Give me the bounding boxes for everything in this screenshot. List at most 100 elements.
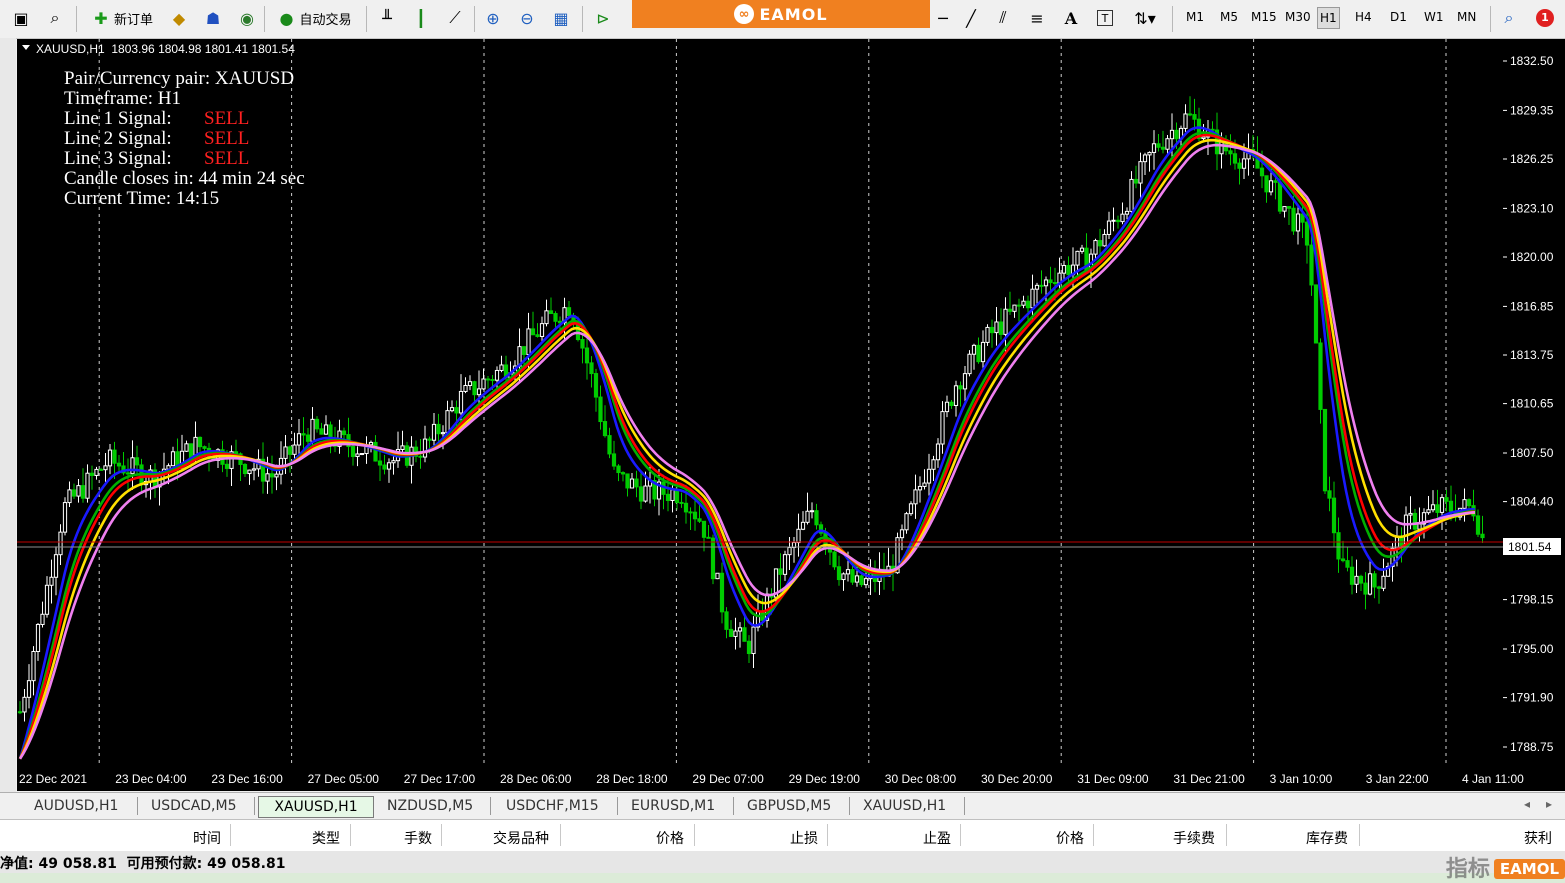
new-order-button[interactable]: ✚ 新订单 bbox=[84, 5, 160, 31]
timeframe-m5[interactable]: M5 bbox=[1220, 10, 1238, 24]
candle-body bbox=[854, 575, 860, 583]
market-button[interactable]: ◉ bbox=[234, 5, 260, 31]
candlestick-button[interactable]: ┃ bbox=[408, 5, 434, 31]
candle-body bbox=[841, 573, 846, 581]
timeframe-m30[interactable]: M30 bbox=[1285, 10, 1311, 24]
tab-usdchf-m15[interactable]: USDCHF,M15 bbox=[502, 796, 603, 816]
tabs-scroll-left-icon[interactable]: ◂ bbox=[1524, 797, 1530, 811]
column-time[interactable]: 时间 bbox=[193, 828, 221, 848]
price-chart[interactable]: 1832.50 1829.35 1826.25 1823.10 1820.00 1816.… bbox=[0, 38, 1565, 792]
tab-gbpusd-m5[interactable]: GBPUSD,M5 bbox=[743, 796, 835, 816]
candle-body bbox=[17, 711, 23, 714]
column-swap[interactable]: 库存费 bbox=[1306, 828, 1348, 848]
candle-body bbox=[634, 478, 639, 488]
candle-body bbox=[832, 551, 837, 568]
candle-body bbox=[355, 453, 360, 457]
timeframe-m1[interactable]: M1 bbox=[1186, 10, 1204, 24]
column-commission[interactable]: 手续费 bbox=[1173, 828, 1215, 848]
tab-eurusd-m1[interactable]: EURUSD,M1 bbox=[627, 796, 719, 816]
tab-audusd-h1[interactable]: AUDUSD,H1 bbox=[30, 796, 122, 816]
price-tick-label: 1798.15 bbox=[1510, 593, 1554, 607]
candle-body bbox=[602, 421, 608, 437]
text-tool-button[interactable]: A bbox=[1058, 5, 1084, 31]
candle-body bbox=[440, 432, 446, 435]
auto-trading-button[interactable]: ● 自动交易 bbox=[268, 5, 360, 31]
candle-body bbox=[1174, 129, 1179, 140]
arrows-button[interactable]: ⇅▾ bbox=[1126, 5, 1164, 31]
candle-body bbox=[1295, 213, 1301, 232]
auto-scroll-button[interactable]: ⊳ bbox=[590, 5, 616, 31]
candle-body bbox=[449, 407, 455, 412]
column-current-price[interactable]: 价格 bbox=[1056, 828, 1084, 848]
candle-body bbox=[305, 434, 311, 442]
price-tick-label: 1820.00 bbox=[1510, 250, 1554, 264]
candle-body bbox=[386, 462, 392, 470]
candle-body bbox=[922, 482, 927, 487]
channel-button[interactable]: ⫽ bbox=[990, 5, 1016, 31]
column-stop-loss[interactable]: 止损 bbox=[790, 828, 818, 848]
tab-xauusd-h1[interactable]: XAUUSD,H1 bbox=[859, 796, 950, 816]
fibonacci-button[interactable]: ≡ bbox=[1024, 5, 1050, 31]
trendline-button[interactable]: ╱ bbox=[958, 5, 984, 31]
column-lots[interactable]: 手数 bbox=[404, 828, 432, 848]
auto-trading-label: 自动交易 bbox=[299, 12, 352, 28]
candle-body bbox=[1093, 240, 1098, 255]
candle-body bbox=[44, 584, 50, 615]
candle-body bbox=[944, 401, 950, 413]
candle-body bbox=[692, 511, 698, 520]
auto-trade-icon: ● bbox=[279, 8, 294, 28]
time-tick-label: 23 Dec 16:00 bbox=[211, 772, 283, 786]
tile-windows-button[interactable]: ▦ bbox=[548, 5, 574, 31]
candle-body bbox=[224, 463, 230, 469]
arrows-icon: ⇅▾ bbox=[1134, 8, 1156, 28]
text-label-button[interactable]: T bbox=[1092, 5, 1118, 31]
candle-body bbox=[1007, 308, 1013, 312]
candle-body bbox=[197, 436, 203, 448]
candle-body bbox=[62, 502, 68, 533]
candle-body bbox=[391, 460, 396, 464]
line-chart-button[interactable]: ⟋ bbox=[442, 5, 468, 31]
candle-body bbox=[1327, 490, 1332, 499]
column-type[interactable]: 类型 bbox=[312, 828, 340, 848]
tab-xauusd-h1-active[interactable]: XAUUSD,H1 bbox=[258, 796, 374, 818]
time-tick-label: 4 Jan 11:00 bbox=[1462, 772, 1524, 786]
candle-body bbox=[719, 572, 725, 613]
zoom-out-button[interactable]: ⊖ bbox=[514, 5, 540, 31]
zoom-in-button[interactable]: ⊕ bbox=[480, 5, 506, 31]
candle-body bbox=[1466, 499, 1472, 507]
horizontal-line-button[interactable]: ─ bbox=[930, 5, 956, 31]
candle-body bbox=[67, 489, 72, 504]
candle-body bbox=[76, 485, 81, 497]
timeframe-m15[interactable]: M15 bbox=[1251, 10, 1277, 24]
tab-usdcad-m5[interactable]: USDCAD,M5 bbox=[147, 796, 240, 816]
timeframe-d1[interactable]: D1 bbox=[1390, 10, 1407, 24]
notifications-button[interactable]: 1 bbox=[1530, 5, 1560, 31]
timeframe-h1[interactable]: H1 bbox=[1317, 7, 1340, 29]
search-button[interactable]: ⌕ bbox=[1496, 5, 1522, 31]
profiles-button[interactable]: ⌕ bbox=[42, 5, 68, 31]
navigator-button[interactable]: ☗ bbox=[200, 5, 226, 31]
candle-body bbox=[1417, 523, 1422, 530]
metaeditor-button[interactable]: ◆ bbox=[166, 5, 192, 31]
bar-chart-button[interactable]: ╨ bbox=[374, 5, 400, 31]
timeframe-mn[interactable]: MN bbox=[1457, 10, 1476, 24]
candle-body bbox=[1003, 308, 1008, 335]
main-toolbar: ▣ ⌕ ✚ 新订单 ◆ ☗ ◉ ● 自动交易 ╨ ┃ ⟋ ⊕ ⊖ ▦ ⊳ ∞ E… bbox=[0, 0, 1565, 39]
tabs-scroll-right-icon[interactable]: ▸ bbox=[1546, 797, 1552, 811]
column-price[interactable]: 价格 bbox=[656, 828, 684, 848]
view-toggle-button[interactable]: ▣ bbox=[8, 5, 34, 31]
candle-body bbox=[584, 347, 590, 364]
zoom-out-icon: ⊖ bbox=[520, 8, 534, 28]
text-icon: A bbox=[1064, 8, 1078, 28]
timeframe-w1[interactable]: W1 bbox=[1424, 10, 1444, 24]
timeframe-h4[interactable]: H4 bbox=[1355, 10, 1372, 24]
candle-body bbox=[454, 407, 459, 414]
column-take-profit[interactable]: 止盈 bbox=[923, 828, 951, 848]
column-symbol[interactable]: 交易品种 bbox=[493, 828, 549, 848]
balance-status-row[interactable]: 净值: 49 058.81 可用预付款: 49 058.81 bbox=[0, 851, 1565, 873]
candle-body bbox=[1331, 497, 1337, 534]
price-tick-label: 1832.50 bbox=[1510, 54, 1554, 68]
candle-body bbox=[251, 468, 257, 471]
candle-body bbox=[1133, 178, 1139, 184]
tab-nzdusd-m5[interactable]: NZDUSD,M5 bbox=[383, 796, 477, 816]
